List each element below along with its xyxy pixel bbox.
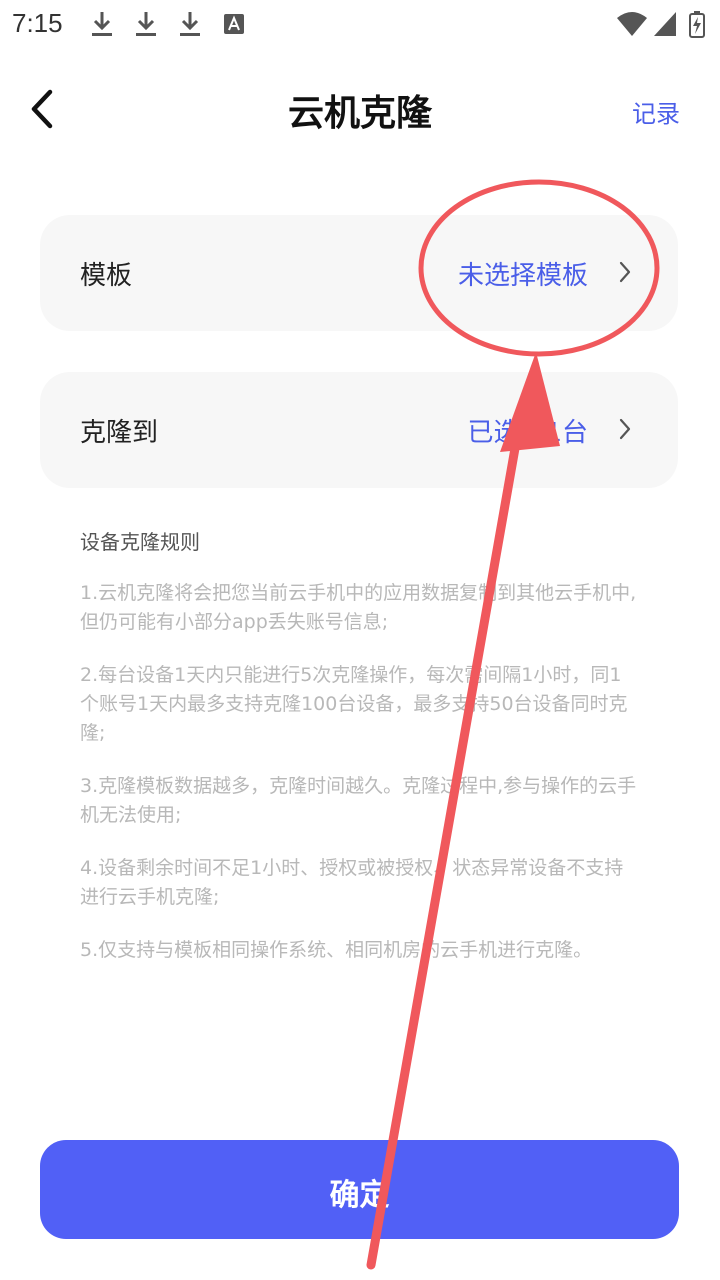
clone-target-value: 已选择1台 bbox=[467, 418, 588, 448]
wifi-icon bbox=[617, 12, 647, 36]
header: 云机克隆 记录 bbox=[0, 60, 720, 160]
rule-item: 2.每台设备1天内只能进行5次克隆操作，每次需间隔1小时，同1个账号1天内最多支… bbox=[80, 664, 628, 744]
download-icon bbox=[136, 12, 156, 36]
rule-item: 5.仅支持与模板相同操作系统、相同机房的云手机进行克隆。 bbox=[80, 939, 593, 961]
template-value: 未选择模板 bbox=[457, 261, 588, 291]
clone-screen: 7:15 云机克隆 记录 模板 未选择模板 克隆到 已选择1台 设备克隆规则 1… bbox=[0, 0, 720, 1280]
clone-rules: 设备克隆规则 1.云机克隆将会把您当前云手机中的应用数据复制到其他云手机中,但仍… bbox=[80, 526, 640, 989]
clone-target-label: 克隆到 bbox=[80, 418, 159, 448]
template-card[interactable]: 模板 未选择模板 bbox=[40, 215, 678, 331]
chevron-right-icon bbox=[619, 261, 631, 283]
records-link[interactable]: 记录 bbox=[632, 94, 680, 129]
chevron-right-icon bbox=[619, 418, 631, 440]
status-time: 7:15 bbox=[12, 8, 63, 38]
a-box-icon bbox=[224, 14, 244, 34]
download-icon bbox=[180, 12, 200, 36]
rules-title: 设备克隆规则 bbox=[80, 530, 200, 554]
confirm-button[interactable]: 确定 bbox=[40, 1140, 679, 1239]
clone-target-card[interactable]: 克隆到 已选择1台 bbox=[40, 372, 678, 488]
status-bar: 7:15 bbox=[0, 0, 720, 50]
battery-charging-icon bbox=[689, 11, 705, 38]
rule-item: 4.设备剩余时间不足1小时、授权或被授权、状态异常设备不支持进行云手机克隆; bbox=[80, 857, 624, 908]
confirm-label: 确定 bbox=[329, 1178, 390, 1213]
page-title: 云机克隆 bbox=[287, 93, 432, 134]
template-label: 模板 bbox=[80, 261, 133, 291]
download-icon bbox=[92, 12, 112, 36]
signal-icon bbox=[654, 12, 676, 36]
rule-item: 3.克隆模板数据越多，克隆时间越久。克隆过程中,参与操作的云手机无法使用; bbox=[80, 775, 637, 826]
rule-item: 1.云机克隆将会把您当前云手机中的应用数据复制到其他云手机中,但仍可能有小部分a… bbox=[80, 582, 637, 633]
